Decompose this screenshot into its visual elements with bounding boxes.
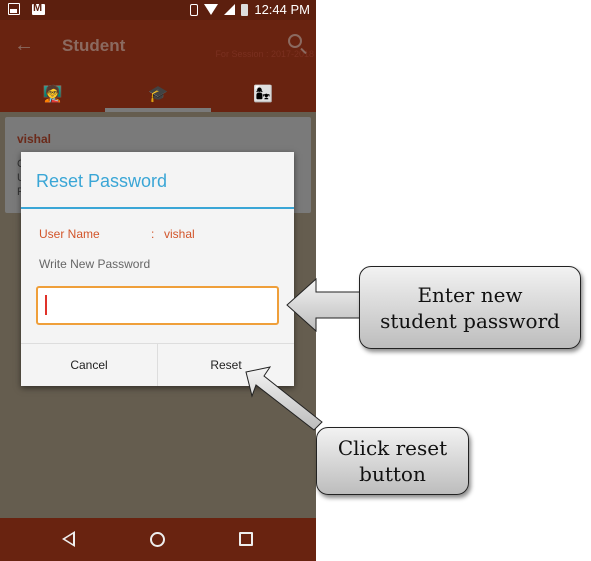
annotation-enter-password: Enter new student password: [359, 266, 581, 349]
annotation-line: button: [359, 462, 426, 486]
annotation-line: Click reset: [337, 436, 448, 460]
annotation-click-reset: Click reset button: [316, 427, 469, 495]
annotation-line: Enter new: [417, 282, 523, 307]
left-arrow-icon: [286, 277, 362, 333]
annotation-line: student password: [380, 308, 560, 333]
diagonal-arrow-icon: [245, 366, 323, 431]
